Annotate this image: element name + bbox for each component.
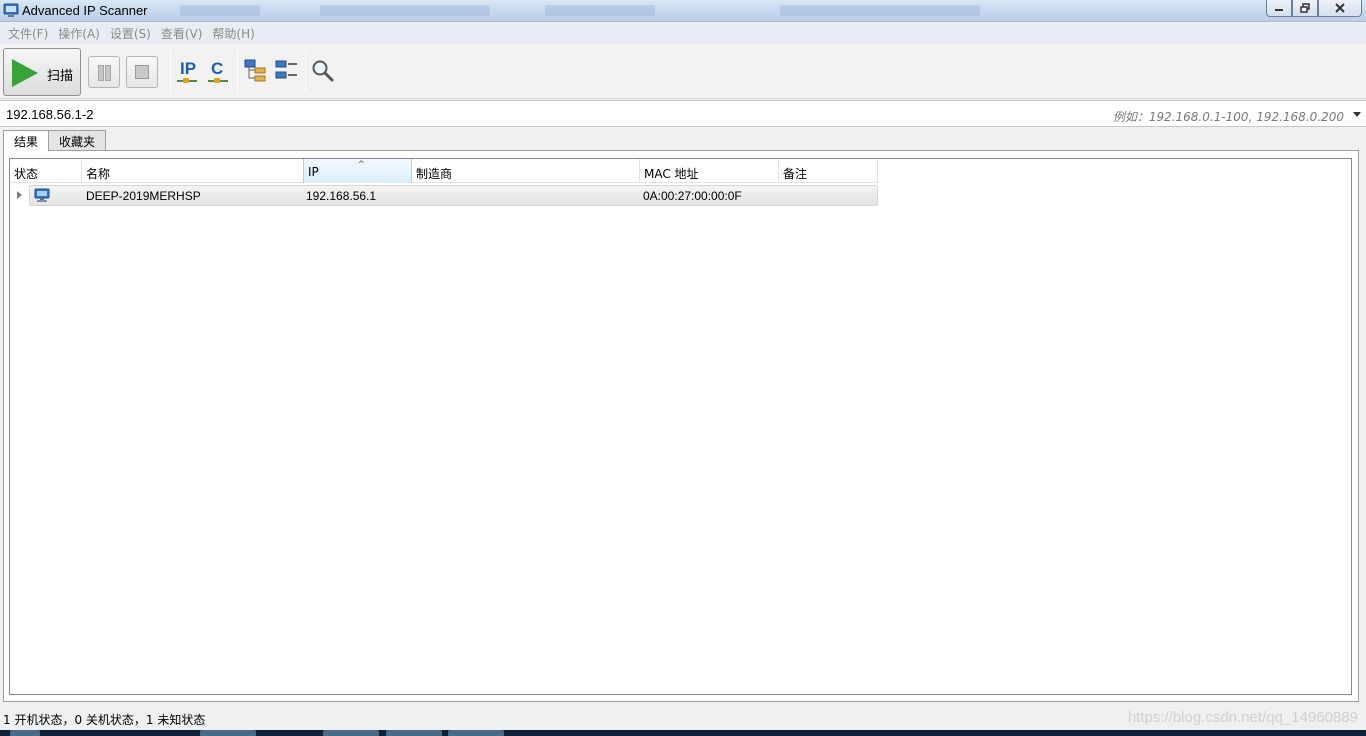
expand-all-icon	[244, 59, 266, 82]
toolbar: 扫描 IP C	[0, 44, 1366, 99]
menu-bar: 文件(F) 操作(A) 设置(S) 查看(V) 帮助(H)	[0, 23, 1366, 44]
expand-row-icon[interactable]	[17, 191, 22, 199]
ip-button[interactable]: IP	[174, 58, 200, 86]
tab-favorites[interactable]: 收藏夹	[48, 130, 107, 150]
collapse-all-button[interactable]	[274, 58, 300, 86]
class-c-button[interactable]: C	[205, 58, 231, 86]
ip-range-field[interactable]: 192.168.56.1-2 例如：192.168.0.1-100, 192.1…	[0, 100, 1366, 127]
column-note[interactable]: 备注	[779, 159, 878, 183]
ip-range-example: 例如：192.168.0.1-100, 192.168.0.200	[1112, 110, 1344, 124]
network-base-icon	[208, 78, 228, 83]
stop-icon	[135, 65, 149, 79]
watermark: https://blog.csdn.net/qq_14960889	[1127, 709, 1358, 726]
menu-view[interactable]: 查看(V)	[156, 25, 208, 42]
ip-icon: IP	[180, 59, 197, 78]
row-mac: 0A:00:27:00:00:0F	[643, 189, 742, 203]
taskbar-item[interactable]	[386, 730, 442, 736]
table-row[interactable]: DEEP-2019MERHSP 192.168.56.1 0A:00:27:00…	[29, 185, 878, 206]
window-controls	[1266, 0, 1362, 18]
title-bar: Advanced IP Scanner	[0, 0, 1366, 22]
background-window-ghost	[320, 5, 490, 16]
column-mac[interactable]: MAC 地址	[640, 159, 779, 183]
window-title: Advanced IP Scanner	[22, 3, 148, 18]
start-button[interactable]	[10, 730, 40, 736]
column-status[interactable]: 状态	[10, 159, 82, 183]
stop-button[interactable]	[126, 56, 158, 88]
column-ip-label: IP	[308, 165, 319, 179]
collapse-all-icon	[275, 60, 297, 79]
column-name[interactable]: 名称	[82, 159, 304, 183]
sort-ascending-icon: ^	[357, 160, 366, 170]
background-window-ghost	[545, 5, 655, 16]
table-header: 状态 名称 ^ IP 制造商 MAC 地址 备注	[10, 159, 878, 183]
row-name: DEEP-2019MERHSP	[86, 189, 201, 203]
menu-help[interactable]: 帮助(H)	[207, 25, 259, 42]
tab-results[interactable]: 结果	[3, 130, 50, 151]
toolbar-separator	[305, 50, 306, 92]
toolbar-separator	[237, 50, 238, 92]
menu-action[interactable]: 操作(A)	[53, 25, 105, 42]
status-summary: 1 开机状态，0 关机状态，1 未知状态	[3, 713, 206, 727]
results-panel: 状态 名称 ^ IP 制造商 MAC 地址 备注 DEEP-2019MERHSP…	[3, 150, 1359, 702]
scan-button[interactable]: 扫描	[3, 48, 81, 96]
restore-button[interactable]	[1292, 0, 1318, 17]
column-ip[interactable]: ^ IP	[303, 159, 412, 183]
minimize-button[interactable]	[1266, 0, 1292, 17]
play-icon	[12, 59, 38, 87]
taskbar-item[interactable]	[448, 730, 504, 736]
close-button[interactable]	[1318, 0, 1362, 17]
dropdown-arrow-icon[interactable]	[1353, 112, 1361, 117]
computer-icon	[34, 188, 50, 202]
menu-settings[interactable]: 设置(S)	[105, 25, 156, 42]
taskbar	[0, 730, 1366, 736]
toolbar-separator	[170, 50, 171, 92]
ip-range-value[interactable]: 192.168.56.1-2	[6, 107, 93, 122]
tab-bar: 结果 收藏夹	[3, 130, 107, 151]
taskbar-item[interactable]	[200, 730, 256, 736]
results-list[interactable]: 状态 名称 ^ IP 制造商 MAC 地址 备注 DEEP-2019MERHSP…	[9, 158, 1352, 695]
scan-button-label: 扫描	[47, 69, 74, 84]
pause-icon	[98, 65, 111, 81]
pause-button[interactable]	[88, 56, 120, 88]
close-icon	[1335, 3, 1345, 13]
network-base-icon	[177, 78, 197, 83]
background-window-ghost	[780, 5, 980, 16]
status-bar: 1 开机状态，0 关机状态，1 未知状态 https://blog.csdn.n…	[0, 708, 1366, 730]
minimize-icon	[1275, 9, 1283, 11]
background-window-ghost	[180, 5, 260, 16]
menu-file[interactable]: 文件(F)	[3, 25, 53, 42]
app-icon	[3, 3, 19, 17]
row-ip: 192.168.56.1	[306, 189, 377, 203]
expand-all-button[interactable]	[243, 58, 269, 86]
column-vendor[interactable]: 制造商	[412, 159, 640, 183]
search-icon	[312, 60, 334, 82]
search-button[interactable]	[310, 58, 336, 86]
restore-icon	[1300, 3, 1310, 13]
taskbar-item[interactable]	[323, 730, 379, 736]
class-c-icon: C	[211, 59, 224, 78]
